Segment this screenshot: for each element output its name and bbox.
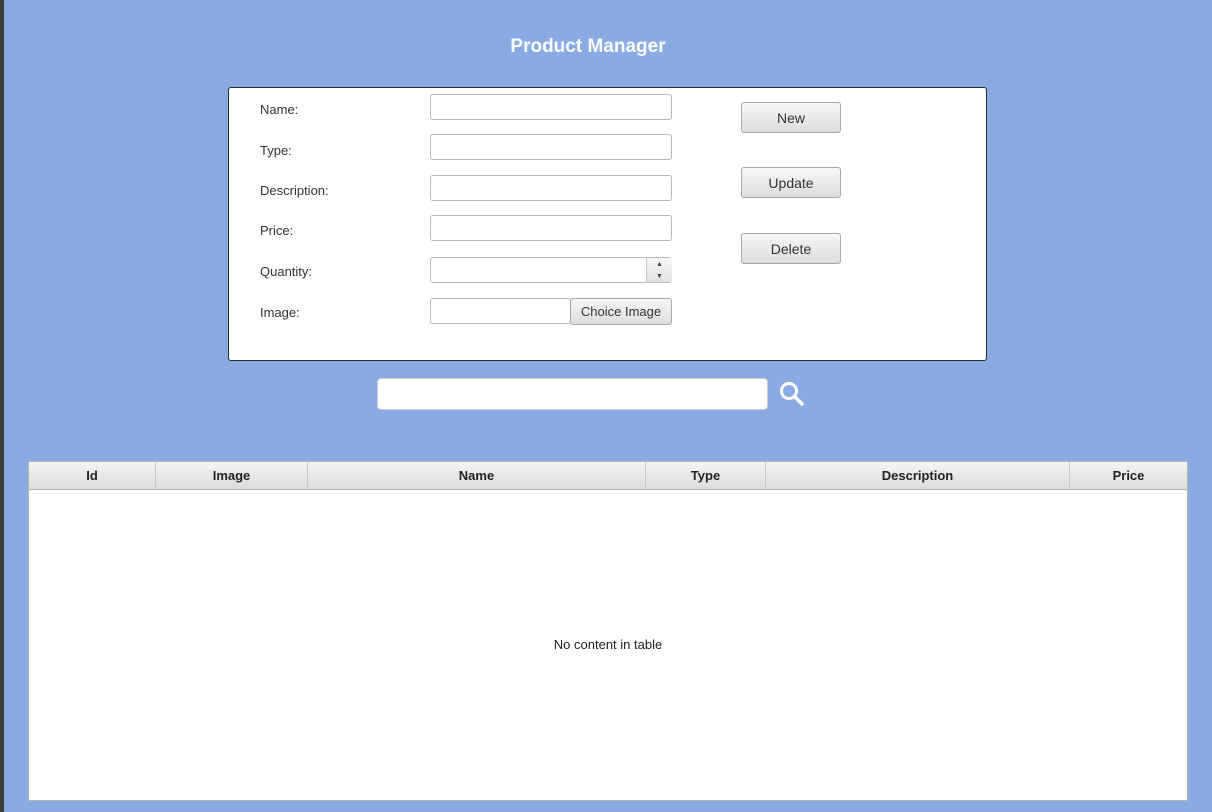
column-header-price[interactable]: Price (1070, 462, 1187, 489)
new-button[interactable]: New (741, 102, 841, 133)
image-label: Image: (260, 305, 300, 320)
description-label: Description: (260, 183, 329, 198)
type-label: Type: (260, 143, 292, 158)
column-header-type[interactable]: Type (646, 462, 766, 489)
name-field[interactable] (430, 94, 672, 120)
column-header-id[interactable]: Id (29, 462, 156, 489)
quantity-stepper[interactable] (430, 257, 672, 283)
delete-button[interactable]: Delete (741, 233, 841, 264)
description-field[interactable] (430, 175, 672, 201)
image-path-field[interactable] (430, 298, 571, 324)
price-field[interactable] (430, 215, 672, 241)
search-input[interactable] (377, 378, 768, 410)
table-header: Id Image Name Type Description Price (29, 462, 1187, 490)
spinner-up-icon[interactable]: ▲ (647, 258, 672, 270)
quantity-spinner: ▲ ▼ (646, 258, 672, 282)
column-header-image[interactable]: Image (156, 462, 308, 489)
empty-table-message: No content in table (553, 637, 663, 652)
type-field[interactable] (430, 134, 672, 160)
choice-image-button[interactable]: Choice Image (570, 298, 672, 325)
window-left-edge (0, 0, 4, 812)
update-button[interactable]: Update (741, 167, 841, 198)
column-header-name[interactable]: Name (308, 462, 646, 489)
price-label: Price: (260, 223, 294, 238)
search-icon[interactable] (778, 380, 806, 408)
page-title: Product Manager (510, 36, 666, 57)
column-header-description[interactable]: Description (766, 462, 1070, 489)
spinner-down-icon[interactable]: ▼ (647, 270, 672, 282)
products-table: Id Image Name Type Description Price No … (28, 461, 1188, 801)
quantity-label: Quantity: (260, 264, 313, 279)
name-label: Name: (260, 102, 299, 117)
